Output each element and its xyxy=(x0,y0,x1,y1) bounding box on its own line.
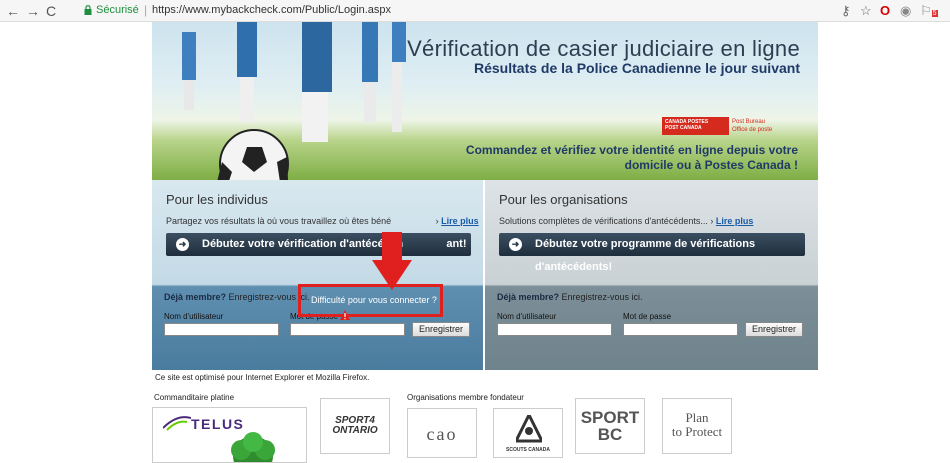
member-label: Déjà membre? Enregistrez-vous ici. xyxy=(497,292,643,302)
organizations-title: Pour les organisations xyxy=(499,192,628,207)
reload-icon[interactable]: C xyxy=(46,2,56,20)
username-input[interactable] xyxy=(497,323,612,336)
username-label: Nom d'utilisateur xyxy=(164,312,224,321)
plan-to-protect-logo[interactable]: Plan to Protect xyxy=(662,398,732,454)
hero-banner: Vérification de casier judiciaire en lig… xyxy=(152,22,818,180)
key-icon[interactable]: ⚷ xyxy=(841,3,851,19)
username-label: Nom d'utilisateur xyxy=(497,312,557,321)
forward-icon[interactable]: → xyxy=(26,2,40,20)
cao-logo[interactable]: cao xyxy=(407,408,477,458)
individuals-start-button[interactable]: ➜ Débutez votre vérification d'antécéden… xyxy=(166,233,471,256)
organizations-desc: Solutions complètes de vérifications d'a… xyxy=(499,216,754,226)
url-separator: | xyxy=(144,3,148,17)
warning-icon xyxy=(340,310,350,320)
organizations-more-link[interactable]: Lire plus xyxy=(716,216,754,226)
hero-subtitle: Résultats de la Police Canadienne le jou… xyxy=(474,60,800,76)
help-highlight-box: Difficulté pour vous connecter ? xyxy=(298,284,443,317)
browser-optimization-note: Ce site est optimisé pour Internet Explo… xyxy=(155,373,370,382)
username-input[interactable] xyxy=(164,323,279,336)
arrow-down-icon xyxy=(372,232,412,290)
individuals-title: Pour les individus xyxy=(166,192,268,207)
bookmark-star-icon[interactable]: ☆ xyxy=(860,3,872,19)
canada-post-logo: CANADA POSTES POST CANADA Post Bureau Offi… xyxy=(662,117,797,135)
organizations-start-button[interactable]: ➜ Débutez votre programme de vérificatio… xyxy=(499,233,805,273)
organizations-panel: Pour les organisations Solutions complèt… xyxy=(485,180,818,370)
hero-title: Vérification de casier judiciaire en lig… xyxy=(407,36,800,61)
login-button[interactable]: Enregistrer xyxy=(745,322,803,337)
sport4-ontario-logo[interactable]: SPORT4 ONTARIO xyxy=(320,398,390,454)
sport-bc-logo[interactable]: SPORT BC xyxy=(575,398,645,454)
arrow-right-icon: ➜ xyxy=(176,238,189,251)
password-label: Mot de passe xyxy=(623,312,672,321)
browser-toolbar: ← → C Sécurisé | https://www.mybackcheck… xyxy=(0,0,950,22)
back-icon[interactable]: ← xyxy=(6,2,20,20)
sponsor-label: Commanditaire platine xyxy=(154,393,235,402)
member-label: Déjà membre? Enregistrez-vous ici. xyxy=(164,292,310,302)
extension-icon[interactable]: ◉ xyxy=(900,3,911,19)
chevron-icon: › xyxy=(710,216,714,226)
chevron-icon: › xyxy=(435,216,439,226)
secure-label: Sécurisé xyxy=(96,4,139,16)
scouts-canada-logo[interactable]: SCOUTS CANADA xyxy=(493,408,563,458)
individuals-more-link[interactable]: Lire plus xyxy=(441,216,479,226)
lock-icon xyxy=(84,5,92,15)
password-input[interactable] xyxy=(623,323,738,336)
login-help-link[interactable]: Difficulté pour vous connecter ? xyxy=(311,295,437,305)
hero-cta-line2: domicile ou à Postes Canada ! xyxy=(624,158,798,172)
extension-badge: 5 xyxy=(931,10,938,17)
telus-leaf-icon xyxy=(163,416,191,431)
individuals-desc: Partagez vos résultats là où vous travai… xyxy=(166,216,479,226)
url-text[interactable]: https://www.mybackcheck.com/Public/Login… xyxy=(152,4,391,16)
scouts-emblem-icon xyxy=(516,415,542,443)
login-button[interactable]: Enregistrer xyxy=(412,322,470,337)
hero-cta-line1: Commandez et vérifiez votre identité en … xyxy=(465,143,798,157)
arrow-right-icon: ➜ xyxy=(509,238,522,251)
opera-icon[interactable]: O xyxy=(880,3,890,19)
extension-badge-icon[interactable]: ⚐5 xyxy=(920,3,938,22)
telus-logo[interactable]: TELUS xyxy=(152,407,307,463)
individuals-panel: Pour les individus Partagez vos résultat… xyxy=(152,180,483,370)
password-input[interactable] xyxy=(290,323,405,336)
telus-tree-image xyxy=(231,432,275,462)
founders-label: Organisations membre fondateur xyxy=(407,393,524,402)
